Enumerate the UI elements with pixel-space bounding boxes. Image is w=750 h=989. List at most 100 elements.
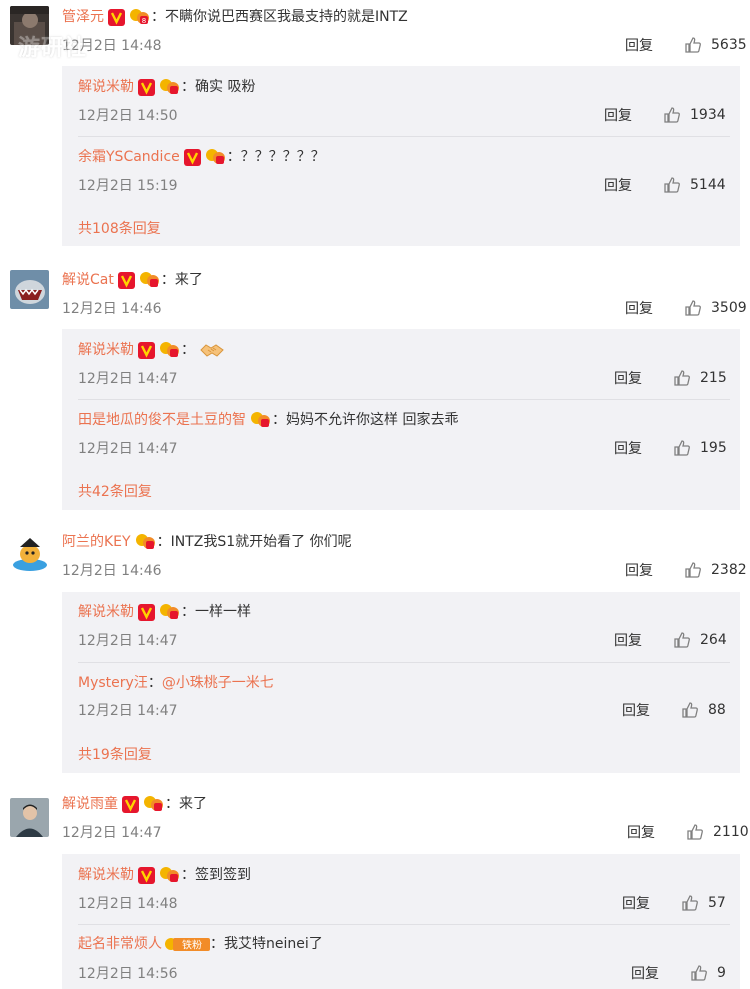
colon: ： (160, 272, 175, 288)
like-count: 215 (700, 370, 727, 386)
like-count: 2110 (713, 824, 749, 840)
avatar-image (10, 270, 49, 309)
reply-button[interactable]: 回复 (604, 106, 632, 126)
reply-line: 解说米勒 ： 确实 吸粉 (78, 77, 255, 97)
thumbs-up-icon (691, 965, 707, 981)
like-button[interactable]: 5144 (663, 175, 726, 195)
username[interactable]: 解说雨童 (62, 794, 118, 814)
fan-level-badge-icon (143, 795, 165, 813)
reply-line: 解说米勒 ： 一样一样 (78, 602, 251, 622)
reply-button[interactable]: 回复 (627, 823, 655, 843)
username[interactable]: Mystery汪 (78, 673, 148, 693)
verified-v-badge-icon (122, 795, 139, 813)
colon: ： (226, 149, 241, 165)
username[interactable]: 余霜YSCandice (78, 147, 180, 167)
svg-text:8: 8 (142, 17, 146, 25)
comment-text: 来了 (179, 796, 207, 812)
thumbs-up-icon (674, 632, 690, 648)
thumbs-up-icon (674, 370, 690, 386)
thumbs-up-icon (664, 177, 680, 193)
comment-text: INTZ我S1就开始看了 你们呢 (170, 534, 352, 550)
reply-button[interactable]: 回复 (614, 369, 642, 389)
reply-divider (78, 924, 730, 925)
reply-button[interactable]: 回复 (625, 36, 653, 56)
like-button[interactable]: 57 (681, 893, 726, 913)
username[interactable]: 解说米勒 (78, 340, 134, 360)
thumbs-up-icon (674, 440, 690, 456)
like-count: 88 (708, 702, 726, 718)
mention-link[interactable]: @小珠桃子一米七 (162, 673, 274, 693)
comment-time: 12月2日 14:46 (62, 301, 162, 317)
avatar-image (10, 534, 49, 573)
reply-button[interactable]: 回复 (622, 701, 650, 721)
reply-line: 起名非常烦人 铁粉 ： 我艾特neinei了 (78, 934, 323, 954)
avatar[interactable] (10, 798, 49, 837)
like-button[interactable]: 9 (690, 963, 726, 983)
reply-button[interactable]: 回复 (604, 176, 632, 196)
reply-button[interactable]: 回复 (614, 439, 642, 459)
reply-button[interactable]: 回复 (622, 894, 650, 914)
like-button[interactable]: 2382 (684, 560, 747, 580)
colon: ： (272, 412, 286, 428)
thumbs-up-icon (685, 37, 701, 53)
colon: ： (181, 604, 195, 620)
colon: ： (181, 867, 195, 883)
like-count: 57 (708, 895, 726, 911)
handshake-emoji-icon (199, 341, 225, 359)
iron-fan-badge-icon: 铁粉 (164, 935, 210, 953)
like-button[interactable]: 3509 (684, 298, 747, 318)
watermark-logo: 游研社 (18, 30, 87, 62)
username[interactable]: 解说米勒 (78, 77, 134, 97)
fan-badge-label: 铁粉 (182, 939, 202, 952)
verified-v-badge-icon (183, 148, 201, 166)
reply-time: 12月2日 14:47 (78, 371, 178, 387)
thumbs-up-icon (687, 824, 703, 840)
view-more-replies-link[interactable]: 共42条回复 (78, 482, 152, 502)
reply-text: 签到签到 (195, 867, 251, 883)
comment-line: 解说Cat ： 来了 (62, 270, 203, 290)
reply-button[interactable]: 回复 (614, 631, 642, 651)
thumbs-up-icon (664, 107, 680, 123)
avatar[interactable] (10, 270, 49, 309)
view-more-replies-link[interactable]: 共108条回复 (78, 219, 161, 239)
like-button[interactable]: 195 (673, 438, 727, 458)
username[interactable]: 阿兰的KEY (62, 532, 131, 552)
like-button[interactable]: 5635 (684, 35, 747, 55)
reply-text: 确实 吸粉 (195, 79, 256, 95)
colon: ： (156, 534, 171, 550)
username[interactable]: 起名非常烦人 (78, 934, 162, 954)
reply-line: 余霜YSCandice ： ？？？？？？ (78, 147, 325, 167)
like-count: 9 (717, 965, 726, 981)
reply-line: Mystery汪 ： @小珠桃子一米七 (78, 673, 274, 693)
username[interactable]: 解说Cat (62, 270, 114, 290)
reply-button[interactable]: 回复 (625, 299, 653, 319)
fan-level-badge-icon (205, 148, 227, 166)
like-count: 5144 (690, 177, 726, 193)
verified-v-badge-icon (117, 271, 135, 289)
fan-level-badge-icon (159, 78, 181, 96)
reply-line: 解说米勒 ： (78, 340, 225, 360)
like-count: 2382 (711, 562, 747, 578)
like-count: 195 (700, 440, 727, 456)
like-button[interactable]: 264 (673, 630, 727, 650)
avatar[interactable] (10, 534, 49, 573)
comment-line: 解说雨童 ： 来了 (62, 794, 207, 814)
like-button[interactable]: 2110 (686, 822, 749, 842)
reply-time: 12月2日 14:50 (78, 108, 178, 124)
thumbs-up-icon (685, 562, 701, 578)
view-more-replies-link[interactable]: 共19条回复 (78, 745, 152, 765)
username[interactable]: 管泽元 (62, 7, 104, 27)
colon: ： (147, 675, 162, 691)
thumbs-up-icon (682, 895, 698, 911)
reply-button[interactable]: 回复 (625, 561, 653, 581)
username[interactable]: 解说米勒 (78, 602, 134, 622)
like-button[interactable]: 88 (681, 700, 726, 720)
reply-button[interactable]: 回复 (631, 964, 659, 984)
comment-time: 12月2日 14:46 (62, 563, 162, 579)
like-button[interactable]: 215 (673, 368, 727, 388)
username[interactable]: 田是地瓜的俊不是土豆的智 (78, 410, 246, 430)
like-button[interactable]: 1934 (663, 105, 726, 125)
fan-level-badge-icon (159, 866, 181, 884)
username[interactable]: 解说米勒 (78, 865, 134, 885)
watermark-text: 游研社 (18, 36, 88, 61)
